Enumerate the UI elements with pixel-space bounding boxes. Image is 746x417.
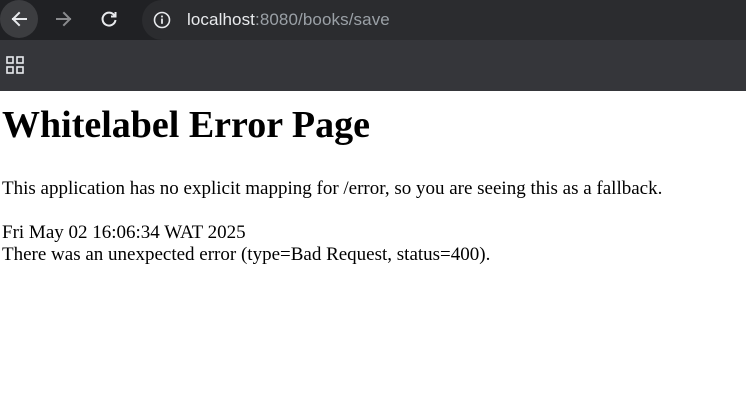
arrow-back-icon xyxy=(11,11,27,27)
back-button[interactable] xyxy=(0,0,38,38)
reload-button[interactable] xyxy=(90,0,128,38)
url-path: :8080/books/save xyxy=(255,10,390,29)
error-details: There was an unexpected error (type=Bad … xyxy=(2,244,491,265)
bookmarks-bar xyxy=(0,40,746,91)
url-text[interactable]: localhost:8080/books/save xyxy=(187,10,390,30)
arrow-forward-icon xyxy=(56,11,72,27)
browser-toolbar: localhost:8080/books/save xyxy=(0,0,746,40)
address-bar[interactable]: localhost:8080/books/save xyxy=(142,0,746,40)
reload-icon xyxy=(101,11,117,27)
forward-button[interactable] xyxy=(45,0,83,38)
info-icon xyxy=(153,11,171,29)
browser-chrome: localhost:8080/books/save xyxy=(0,0,746,91)
error-explanation: This application has no explicit mapping… xyxy=(2,178,663,199)
site-info-button[interactable] xyxy=(151,9,173,31)
apps-button[interactable] xyxy=(4,54,26,76)
url-host: localhost xyxy=(187,10,255,29)
page-title: Whitelabel Error Page xyxy=(2,104,370,146)
apps-grid-icon xyxy=(6,56,24,74)
page-content: Whitelabel Error Page This application h… xyxy=(0,102,746,266)
error-timestamp: Fri May 02 16:06:34 WAT 2025 xyxy=(2,222,246,243)
